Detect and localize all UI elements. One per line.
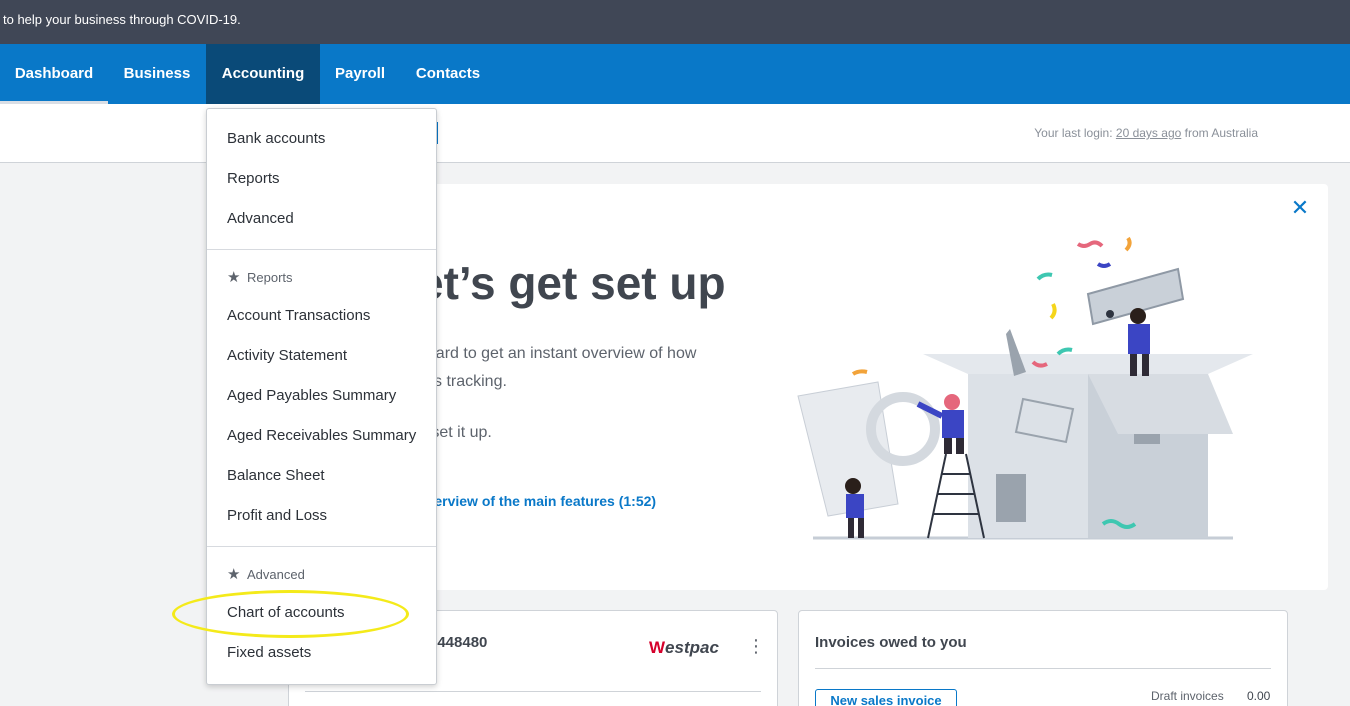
last-login-link[interactable]: 20 days ago bbox=[1116, 126, 1181, 140]
menu-item-fixed-assets[interactable]: Fixed assets bbox=[227, 644, 311, 661]
setup-card: et’s get set up board to get an instant … bbox=[288, 184, 1328, 590]
nav-business[interactable]: Business bbox=[108, 44, 206, 104]
menu-item-activity-statement[interactable]: Activity Statement bbox=[227, 347, 347, 364]
nav-contacts[interactable]: Contacts bbox=[400, 44, 496, 104]
setup-desc-line-1: board to get an instant overview of how bbox=[418, 345, 697, 362]
page-header: Your last login: 20 days ago from Austra… bbox=[0, 104, 1350, 163]
menu-item-bank-accounts[interactable]: Bank accounts bbox=[227, 130, 325, 147]
setup-title: et’s get set up bbox=[418, 257, 726, 309]
nav-dashboard[interactable]: Dashboard bbox=[0, 44, 108, 104]
last-login-suffix: from Australia bbox=[1184, 126, 1258, 140]
top-nav: Dashboard Business Accounting Payroll Co… bbox=[0, 44, 1350, 104]
nav-payroll[interactable]: Payroll bbox=[320, 44, 400, 104]
setup-illustration bbox=[797, 236, 1253, 540]
setup-description: board to get an instant overview of how … bbox=[418, 340, 748, 396]
draft-invoices-value: 0.00 bbox=[1247, 689, 1271, 703]
menu-item-profit-and-loss[interactable]: Profit and Loss bbox=[227, 507, 327, 524]
setup-desc-line-2: s is tracking. bbox=[418, 373, 507, 390]
menu-item-chart-of-accounts[interactable]: Chart of accounts bbox=[227, 604, 345, 621]
star-icon: ★ bbox=[227, 269, 241, 286]
last-login-prefix: Your last login: bbox=[1034, 126, 1113, 140]
accounting-dropdown-menu: Bank accounts Reports Advanced ★ Reports … bbox=[206, 108, 437, 685]
new-sales-invoice-button[interactable]: New sales invoice bbox=[815, 689, 957, 706]
draft-invoices-label: Draft invoices bbox=[1151, 689, 1224, 703]
announcement-text: to help your business through COVID-19. bbox=[3, 12, 241, 27]
menu-item-account-transactions[interactable]: Account Transactions bbox=[227, 307, 370, 324]
menu-divider bbox=[207, 546, 436, 547]
menu-item-reports[interactable]: Reports bbox=[227, 170, 280, 187]
more-options-icon[interactable]: ⋮ bbox=[747, 637, 765, 655]
favourite-advanced-heading: ★ Advanced bbox=[227, 566, 305, 583]
last-login: Your last login: 20 days ago from Austra… bbox=[1034, 126, 1258, 140]
menu-item-aged-payables-summary[interactable]: Aged Payables Summary bbox=[227, 387, 396, 404]
star-icon: ★ bbox=[227, 566, 241, 583]
nav-accounting[interactable]: Accounting bbox=[206, 44, 320, 104]
announcement-bar: to help your business through COVID-19. bbox=[0, 0, 1350, 44]
bank-account-number: 7448480 bbox=[429, 634, 488, 651]
menu-item-advanced[interactable]: Advanced bbox=[227, 210, 294, 227]
bank-logo: Westpac bbox=[649, 638, 719, 657]
menu-item-aged-receivables-summary[interactable]: Aged Receivables Summary bbox=[227, 427, 416, 444]
menu-divider bbox=[207, 249, 436, 250]
divider bbox=[815, 668, 1271, 669]
invoices-card: Invoices owed to you New sales invoice D… bbox=[798, 610, 1288, 706]
invoices-title: Invoices owed to you bbox=[815, 634, 967, 651]
menu-item-balance-sheet[interactable]: Balance Sheet bbox=[227, 467, 325, 484]
video-overview-link[interactable]: overview of the main features (1:52) bbox=[418, 493, 656, 509]
close-icon[interactable]: ✕ bbox=[1288, 196, 1312, 220]
favourite-reports-heading: ★ Reports bbox=[227, 269, 293, 286]
divider bbox=[305, 691, 761, 692]
